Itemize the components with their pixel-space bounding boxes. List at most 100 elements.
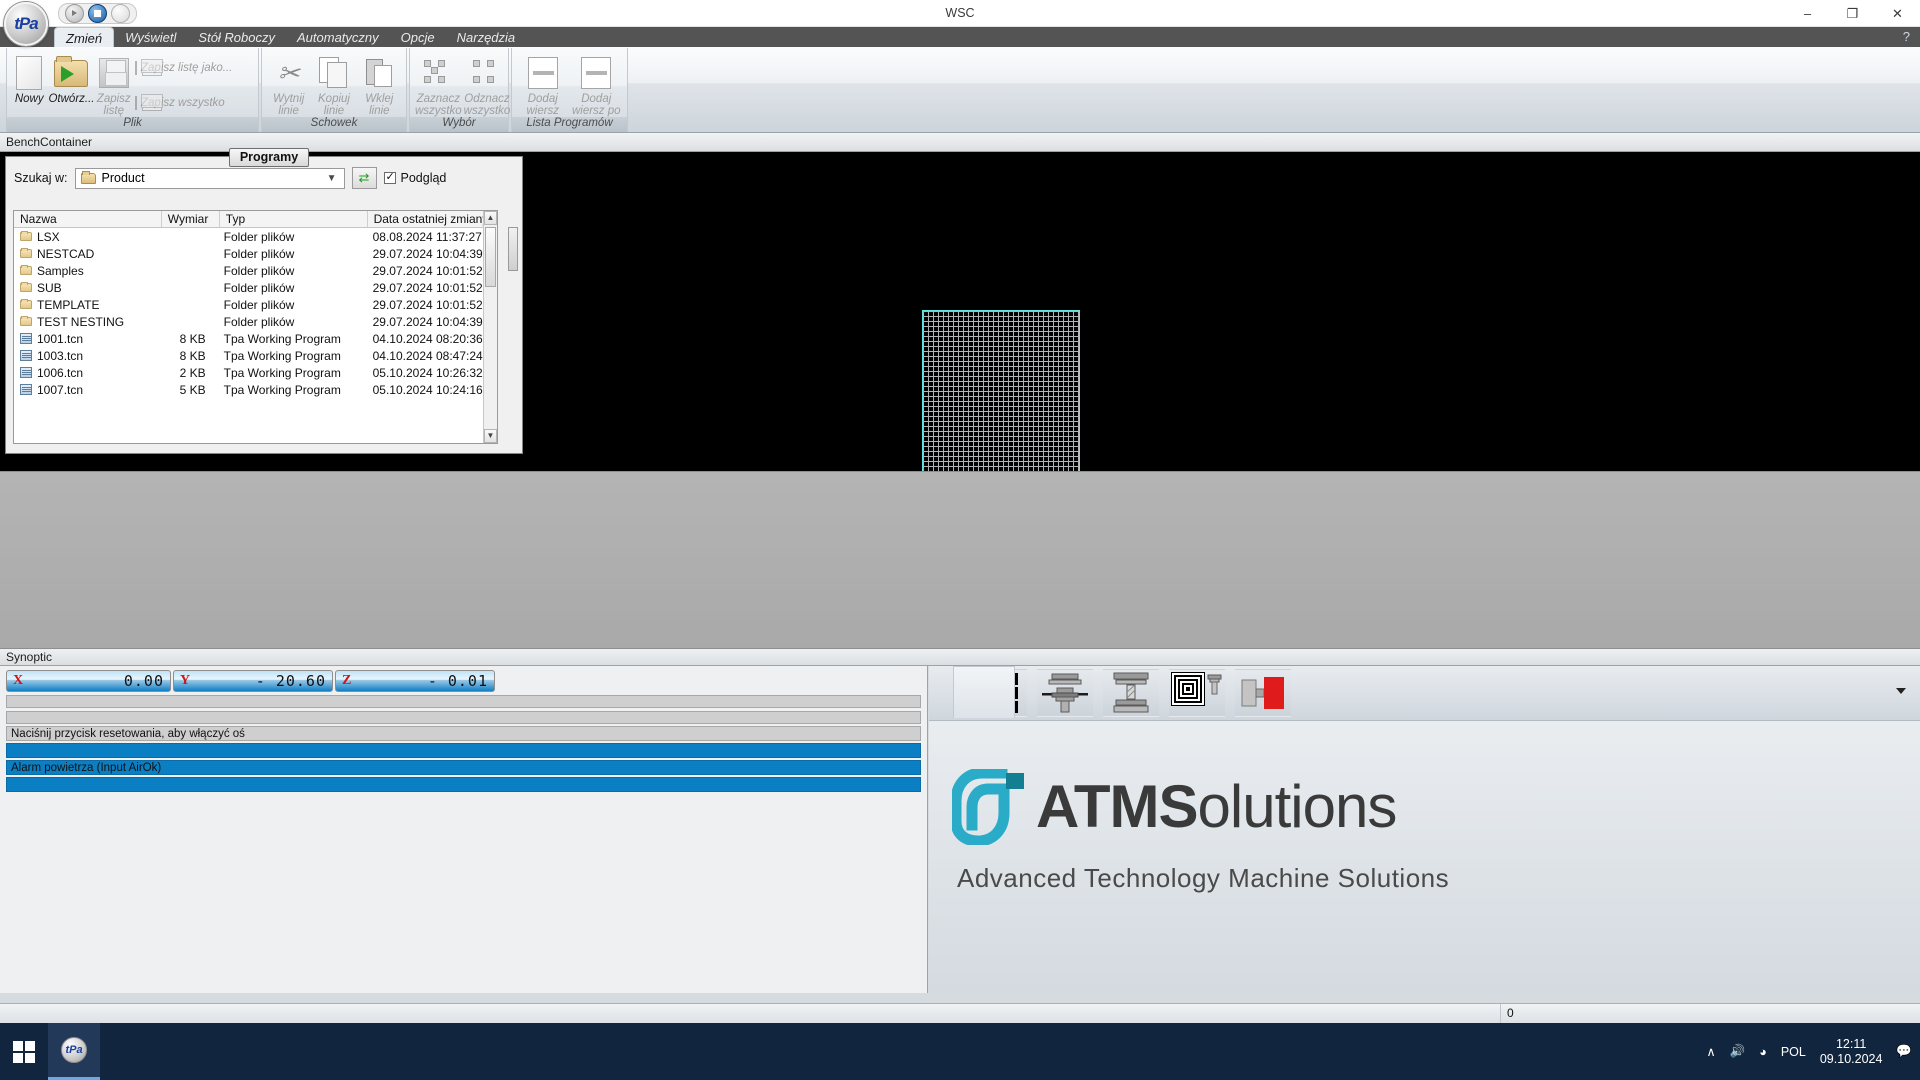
- table-row[interactable]: SUBFolder plików29.07.2024 10:01:52: [14, 279, 497, 296]
- folder-icon: [20, 266, 32, 275]
- clock[interactable]: 12:11 09.10.2024: [1820, 1037, 1883, 1067]
- stop-button[interactable]: [88, 4, 107, 23]
- file-list-scrollbar[interactable]: ▲ ▼: [483, 211, 497, 443]
- ribbon-button-wytnij-linie[interactable]: ✂ Wytnij linie: [267, 51, 310, 117]
- table-row[interactable]: 1003.tcn8 KBTpa Working Program04.10.202…: [14, 347, 497, 364]
- axis-value-z: - 0.01: [351, 672, 488, 690]
- table-row[interactable]: LSXFolder plików08.08.2024 11:37:27: [14, 228, 497, 245]
- preview-checkbox[interactable]: [384, 172, 396, 184]
- tpa-logo-button[interactable]: tPa: [4, 2, 48, 46]
- tool-button-spiral-target[interactable]: [1169, 669, 1225, 717]
- ribbon-button-label: Otwórz...: [48, 93, 94, 105]
- tpa-app-icon: tPa: [61, 1037, 87, 1063]
- tool-button-pusher[interactable]: [1235, 669, 1291, 717]
- cell-date: 04.10.2024 08:20:36: [367, 332, 497, 346]
- start-button[interactable]: [0, 1023, 48, 1080]
- tab-automatyczny[interactable]: Automatyczny: [286, 27, 390, 47]
- ribbon-button-zapisz-liste-jako[interactable]: Zapisz listę jako...: [135, 51, 253, 84]
- axis-readout-y[interactable]: Y - 20.60: [173, 670, 333, 692]
- toolbar-tab[interactable]: [953, 666, 1015, 718]
- table-row[interactable]: 1001.tcn8 KBTpa Working Program04.10.202…: [14, 330, 497, 347]
- cell-name: 1007.tcn: [14, 383, 163, 397]
- wifi-icon[interactable]: ◕: [1759, 1045, 1767, 1059]
- file-list[interactable]: Nazwa Wymiar Typ Data ostatniej zmiany L…: [13, 210, 498, 444]
- cell-size: 8 KB: [163, 332, 218, 346]
- play-button[interactable]: [65, 4, 84, 23]
- notification-icon[interactable]: 💬: [1896, 1044, 1912, 1059]
- help-button[interactable]: ?: [1903, 29, 1910, 44]
- ribbon-button-wklej-linie[interactable]: Wklej linie: [358, 51, 401, 117]
- clamp-press-closed-icon: [1110, 672, 1152, 714]
- axis-value-x: 0.00: [23, 672, 164, 690]
- minimize-button[interactable]: –: [1785, 0, 1830, 27]
- column-header-wymiar[interactable]: Wymiar: [162, 211, 220, 227]
- preview-checkbox-wrap[interactable]: Podgląd: [384, 171, 447, 185]
- scroll-up-arrow[interactable]: ▲: [484, 211, 497, 225]
- tab-wyswietl[interactable]: Wyświetl: [114, 27, 187, 47]
- column-header-nazwa[interactable]: Nazwa: [14, 211, 162, 227]
- cell-date: 29.07.2024 10:01:52: [367, 281, 497, 295]
- table-row[interactable]: TEST NESTINGFolder plików29.07.2024 10:0…: [14, 313, 497, 330]
- axis-readout-z[interactable]: Z - 0.01: [335, 670, 495, 692]
- ribbon-group-label: Schowek: [262, 117, 406, 132]
- scroll-down-arrow[interactable]: ▼: [484, 429, 497, 443]
- table-row[interactable]: NESTCADFolder plików29.07.2024 10:04:39: [14, 245, 497, 262]
- ribbon-button-label: Dodaj wiersz po: [571, 93, 623, 117]
- ribbon-button-nowy[interactable]: Nowy: [12, 51, 46, 105]
- color-button[interactable]: [111, 4, 130, 23]
- message-strip: [6, 695, 921, 708]
- preview-label: Podgląd: [401, 171, 447, 185]
- close-button[interactable]: ✕: [1875, 0, 1920, 27]
- speaker-icon[interactable]: 🔊: [1730, 1044, 1746, 1059]
- tray-chevron-icon[interactable]: ∧: [1707, 1044, 1716, 1059]
- message-strip: [6, 711, 921, 724]
- cell-size: 5 KB: [163, 383, 218, 397]
- taskbar-app-tpa[interactable]: tPa: [48, 1023, 100, 1080]
- table-row[interactable]: TEMPLATEFolder plików29.07.2024 10:01:52: [14, 296, 497, 313]
- chevron-down-icon[interactable]: [1896, 688, 1906, 694]
- ribbon-group-label: Wybór: [410, 117, 508, 132]
- cell-date: 29.07.2024 10:01:52: [367, 264, 497, 278]
- alarm-message: [6, 743, 921, 758]
- synoptic-label: Synoptic: [0, 648, 1920, 666]
- tool-button-clamp-closed[interactable]: [1103, 669, 1159, 717]
- cell-date: 29.07.2024 10:04:39: [367, 315, 497, 329]
- tab-opcje[interactable]: Opcje: [390, 27, 446, 47]
- windows-start-icon: [13, 1041, 35, 1063]
- window-title: WSC: [0, 6, 1920, 20]
- ribbon-button-kopiuj-linie[interactable]: Kopiuj linie: [312, 51, 355, 117]
- atms-logo-mark: [952, 769, 1028, 845]
- panel-scrollbar-thumb[interactable]: [508, 227, 518, 271]
- file-name: NESTCAD: [37, 247, 94, 261]
- column-header-data[interactable]: Data ostatniej zmiany: [368, 211, 497, 227]
- tab-zmien[interactable]: Zmień: [54, 27, 114, 47]
- refresh-button[interactable]: ⇄: [352, 167, 377, 189]
- table-row[interactable]: SamplesFolder plików29.07.2024 10:01:52: [14, 262, 497, 279]
- ribbon-button-otworz[interactable]: Otwórz...: [48, 51, 94, 105]
- axis-readout-x[interactable]: X 0.00: [6, 670, 171, 692]
- table-row[interactable]: 1007.tcn5 KBTpa Working Program05.10.202…: [14, 381, 497, 398]
- language-indicator[interactable]: POL: [1781, 1045, 1806, 1059]
- maximize-button[interactable]: ❐: [1830, 0, 1875, 27]
- look-in-combobox[interactable]: Product ▼: [75, 168, 345, 189]
- cell-type: Tpa Working Program: [218, 366, 367, 380]
- file-name: 1003.tcn: [37, 349, 83, 363]
- panel-scrollbar[interactable]: [508, 205, 518, 317]
- ribbon-button-odznacz-wszystko[interactable]: Odznacz wszystko: [464, 51, 511, 117]
- ribbon-button-zaznacz-wszystko[interactable]: Zaznacz wszystko: [415, 51, 462, 117]
- cell-name: SUB: [14, 281, 163, 295]
- copy-icon: [319, 53, 349, 93]
- tab-stol-roboczy[interactable]: Stół Roboczy: [187, 27, 286, 47]
- column-header-typ[interactable]: Typ: [220, 211, 368, 227]
- quick-access-toolbar[interactable]: [58, 3, 137, 24]
- tool-button-clamp-open[interactable]: [1037, 669, 1093, 717]
- ribbon-button-zapisz-wszystko[interactable]: Zapisz wszystko: [135, 86, 253, 119]
- table-row[interactable]: 1006.tcn2 KBTpa Working Program05.10.202…: [14, 364, 497, 381]
- file-name: LSX: [37, 230, 60, 244]
- ribbon-button-dodaj-wiersz-po[interactable]: Dodaj wiersz po: [571, 51, 623, 117]
- cell-type: Folder plików: [218, 298, 367, 312]
- scrollbar-thumb[interactable]: [485, 227, 496, 287]
- ribbon-button-zapisz-liste[interactable]: Zapisz listę: [97, 51, 131, 117]
- cell-name: Samples: [14, 264, 163, 278]
- tab-narzedzia[interactable]: Narzędzia: [446, 27, 527, 47]
